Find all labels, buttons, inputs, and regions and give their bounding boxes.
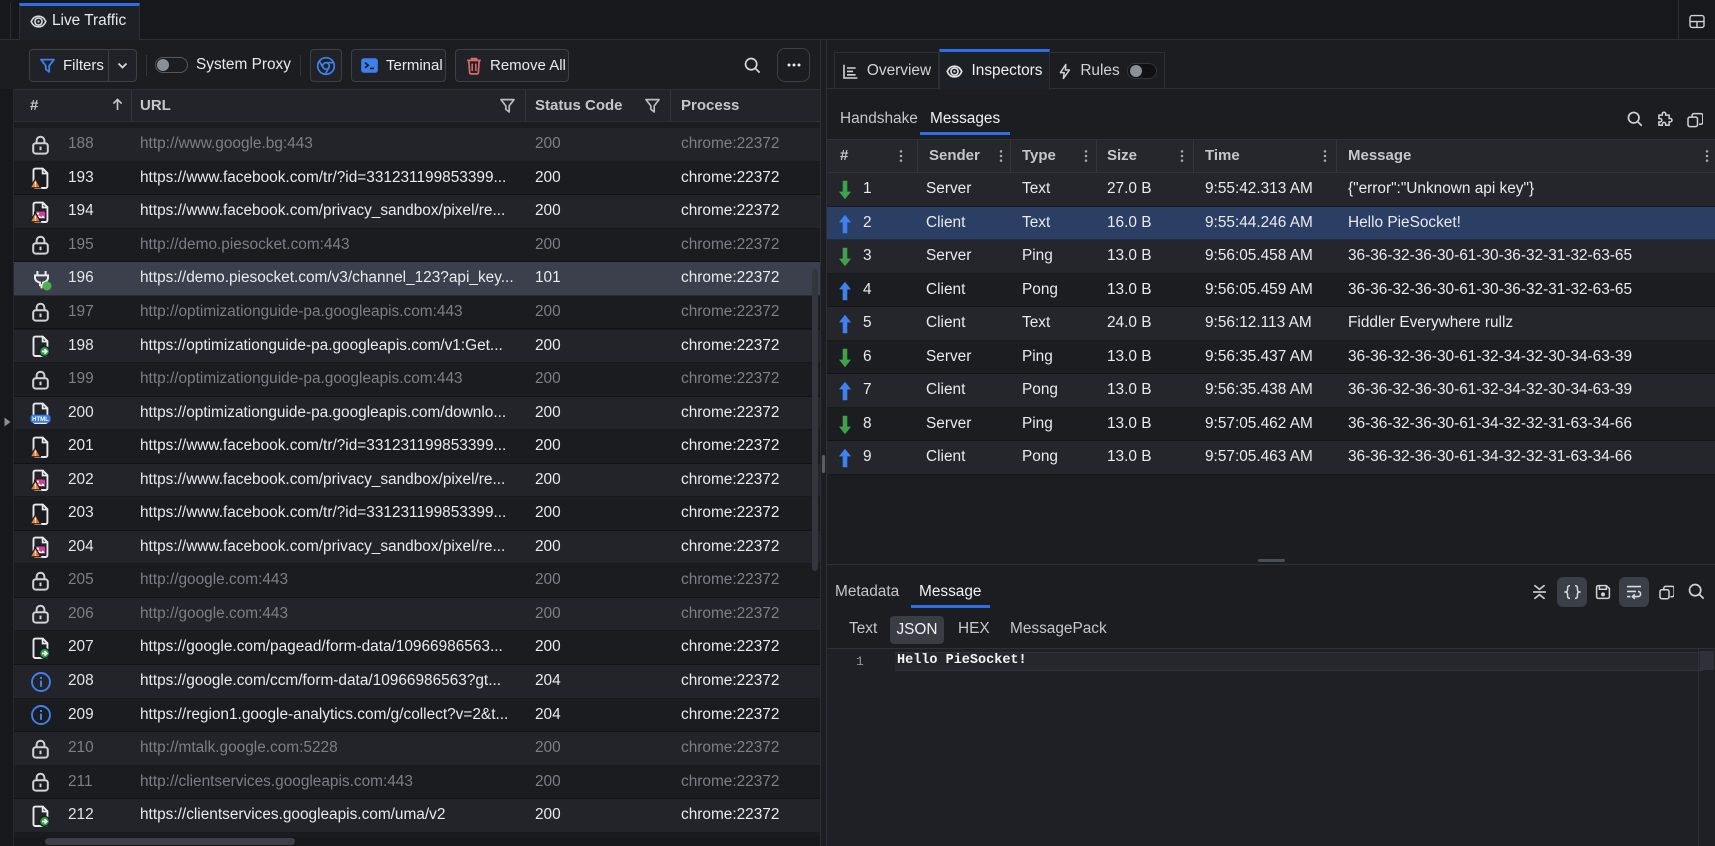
svg-text:HTML: HTML [32,417,49,423]
